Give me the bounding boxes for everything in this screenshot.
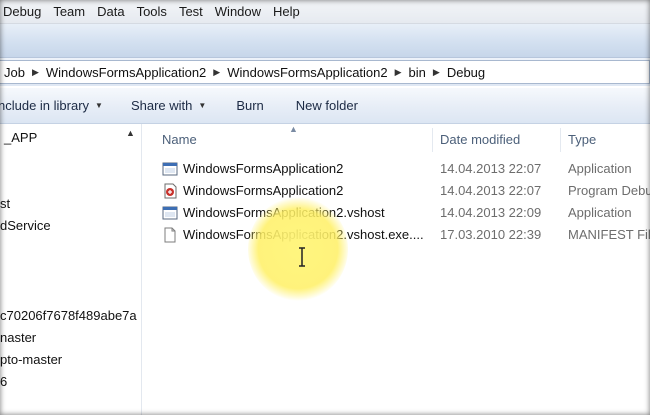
dropdown-arrow-icon: ▼ — [198, 101, 207, 110]
breadcrumb-project[interactable]: WindowsFormsApplication2 — [223, 65, 391, 80]
file-row[interactable]: WindowsFormsApplication2 14.04.2013 22:0… — [142, 158, 650, 180]
menu-data[interactable]: Data — [91, 0, 130, 24]
file-type: Application — [568, 161, 632, 176]
breadcrumb-arrow-icon[interactable]: ▶ — [210, 67, 223, 78]
file-row[interactable]: WindowsFormsApplication2 14.04.2013 22:0… — [142, 180, 650, 202]
command-bar: nclude in library ▼ Share with ▼ Burn Ne… — [0, 88, 650, 124]
file-date: 14.04.2013 22:07 — [440, 183, 542, 198]
breadcrumb-job[interactable]: Job — [0, 65, 29, 80]
breadcrumb-arrow-icon[interactable]: ▶ — [29, 67, 42, 78]
file-date: 14.04.2013 22:09 — [440, 205, 542, 220]
column-divider[interactable] — [432, 128, 433, 152]
include-in-library-label: nclude in library — [0, 98, 90, 113]
dropdown-arrow-icon: ▼ — [95, 101, 103, 110]
burn-button[interactable]: Burn — [236, 98, 263, 113]
breadcrumb-arrow-icon[interactable]: ▶ — [430, 67, 443, 78]
address-bar[interactable]: Job ▶ WindowsFormsApplication2 ▶ Windows… — [0, 60, 650, 84]
column-header-date-modified[interactable]: Date modified — [440, 132, 520, 147]
new-folder-button[interactable]: New folder — [296, 98, 358, 113]
file-list[interactable]: ▲ Name Date modified Type WindowsFormsAp… — [142, 124, 650, 415]
column-header-type[interactable]: Type — [568, 132, 596, 147]
column-header-name[interactable]: Name — [162, 132, 197, 147]
file-name: WindowsFormsApplication2.vshost.exe.... — [183, 227, 424, 242]
nav-item[interactable]: pto-master — [0, 352, 62, 367]
menu-window[interactable]: Window — [209, 0, 267, 24]
breadcrumb-arrow-icon[interactable]: ▶ — [392, 67, 405, 78]
nav-item[interactable]: c70206f7678f489abe7a — [0, 308, 142, 323]
manifest-file-icon — [164, 227, 176, 243]
navigation-pane[interactable]: ▲ _APP st dService c70206f7678f489abe7a … — [0, 124, 142, 415]
file-type: Program Debug — [568, 183, 650, 198]
file-row[interactable]: WindowsFormsApplication2.vshost 14.04.20… — [142, 202, 650, 224]
menu-tools[interactable]: Tools — [131, 0, 173, 24]
nav-item[interactable]: _APP — [4, 130, 37, 145]
menu-team[interactable]: Team — [47, 0, 91, 24]
window-caption — [0, 24, 650, 58]
nav-item[interactable]: st — [0, 196, 10, 211]
address-row: Job ▶ WindowsFormsApplication2 ▶ Windows… — [0, 58, 650, 86]
file-row[interactable]: WindowsFormsApplication2.vshost.exe.... … — [142, 224, 650, 246]
scroll-up-arrow-icon[interactable]: ▲ — [126, 128, 135, 138]
pdb-icon — [164, 183, 177, 199]
menu-debug[interactable]: Debug — [0, 0, 47, 24]
menu-help[interactable]: Help — [267, 0, 306, 24]
breadcrumb-solution[interactable]: WindowsFormsApplication2 — [42, 65, 210, 80]
exe-icon — [162, 162, 178, 176]
breadcrumb-debug[interactable]: Debug — [443, 65, 489, 80]
file-type: Application — [568, 205, 632, 220]
nav-item[interactable]: dService — [0, 218, 51, 233]
file-name: WindowsFormsApplication2.vshost — [183, 205, 385, 220]
file-type: MANIFEST File — [568, 227, 650, 242]
share-with-button[interactable]: Share with ▼ — [131, 98, 206, 113]
file-name: WindowsFormsApplication2 — [183, 183, 344, 198]
menu-bar: Debug Team Data Tools Test Window Help — [0, 0, 650, 24]
column-divider[interactable] — [560, 128, 561, 152]
file-date: 14.04.2013 22:07 — [440, 161, 542, 176]
sort-ascending-icon: ▲ — [289, 124, 298, 134]
menu-test[interactable]: Test — [173, 0, 209, 24]
file-name: WindowsFormsApplication2 — [183, 161, 344, 176]
include-in-library-button[interactable]: nclude in library ▼ — [0, 98, 103, 113]
breadcrumb-bin[interactable]: bin — [405, 65, 430, 80]
nav-item[interactable]: 6 — [0, 374, 7, 389]
exe-icon — [162, 206, 178, 220]
share-with-label: Share with — [130, 98, 193, 113]
file-date: 17.03.2010 22:39 — [440, 227, 542, 242]
nav-item[interactable]: naster — [0, 330, 36, 345]
